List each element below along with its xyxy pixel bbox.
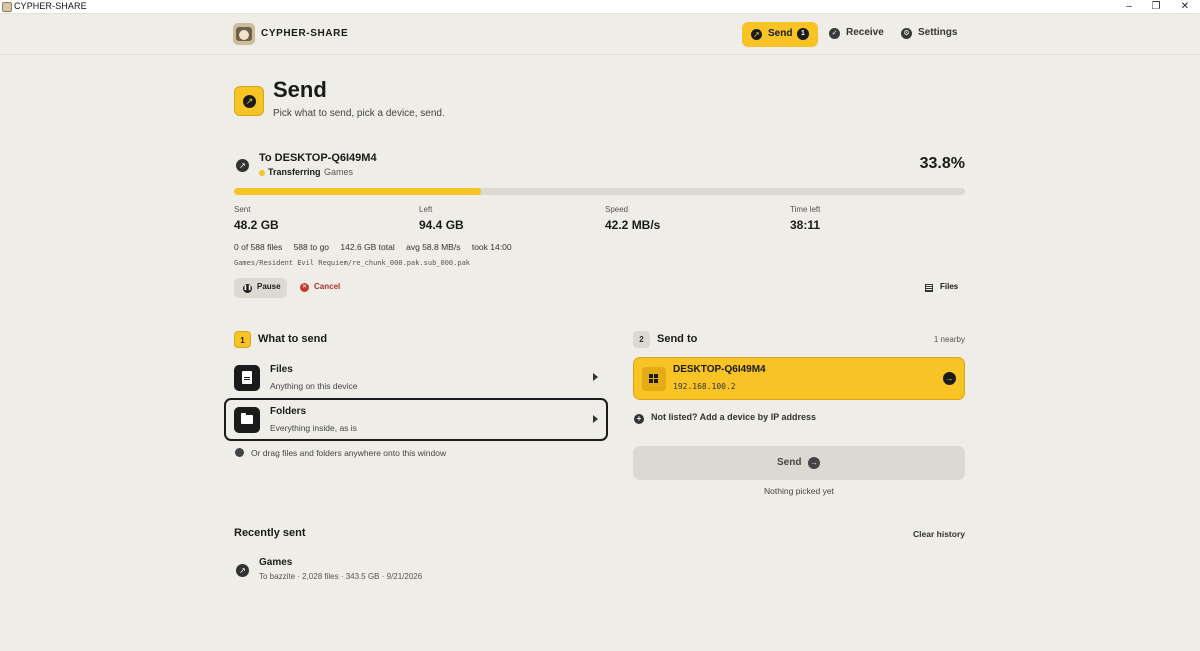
arrow-right-icon: → [943,372,956,385]
progress-bar [234,188,965,195]
status-dot-icon [259,170,265,176]
arrow-up-right-icon: ↗ [236,564,249,577]
brand-name: CYPHER-SHARE [261,28,349,39]
meta-total: 142.6 GB total [340,242,395,252]
meta-elapsed: took 14:00 [471,242,512,252]
add-ip-text: Not listed? Add a device by IP address [651,412,817,422]
pause-icon: ❚❚ [243,284,252,293]
step-number: 2 [633,331,650,348]
check-icon: ✓ [829,28,840,39]
option-folders[interactable]: Folders Everything inside, as is [224,398,608,441]
stat-label: Sent [234,205,251,214]
arrow-up-right-icon: ↗ [236,159,249,172]
meta-files-count: 0 of 588 files [234,242,283,252]
option-files[interactable]: Files Anything on this device [224,357,608,400]
drag-hint-text: Or drag files and folders anywhere onto … [251,448,447,458]
option-subtitle: Anything on this device [270,381,358,391]
transfer-percent: 33.8% [919,155,965,172]
nav-send-badge: 1 [797,28,809,40]
transfer-title: To DESKTOP-Q6I49M4 [259,152,377,164]
recent-item-title: Games [259,557,293,568]
meta-to-go: 588 to go [293,242,330,252]
send-hero-icon: ↗ [234,86,264,116]
stat-value: 94.4 GB [419,218,464,232]
device-ip: 192.168.100.2 [673,382,736,391]
list-item[interactable]: ↗ Games To bazzite · 2,028 files · 343.5… [234,556,965,584]
pause-button[interactable]: ❚❚ Pause [234,278,287,298]
hand-icon [235,448,244,457]
stat-value: 38:11 [790,218,821,232]
files-label: Files [940,282,959,291]
stat-speed: Speed 42.2 MB/s [605,205,785,232]
windows-icon [642,367,666,391]
close-window-button[interactable]: ✕ [1170,0,1200,14]
send-button-label: Send [777,457,802,468]
close-icon: ✕ [300,283,309,292]
files-button[interactable]: Files [925,281,965,295]
recent-item-subtitle: To bazzite · 2,028 files · 343.5 GB · 9/… [259,572,423,581]
app-header: CYPHER-SHARE ↗ Send 1 ✓ Receive ⚙ Settin… [0,15,1200,55]
nearby-count: 1 nearby [933,335,965,344]
stat-value: 42.2 MB/s [605,218,661,232]
stat-label: Speed [605,205,629,214]
nav-send-label: Send [768,28,793,39]
meta-avg-speed: avg 58.8 MB/s [406,242,461,252]
maximize-button[interactable]: ❐ [1141,0,1171,14]
progress-bar-fill [234,188,482,195]
chevron-right-icon [593,373,598,381]
arrow-right-icon: → [808,457,820,469]
recent-title: Recently sent [234,527,306,539]
stat-sent: Sent 48.2 GB [234,205,414,232]
window-title: CYPHER-SHARE [14,1,87,11]
current-file-path: Games/Resident Evil Requiem/re_chunk_000… [234,259,471,267]
clear-history-button[interactable]: Clear history [880,529,965,539]
list-icon [925,284,933,292]
stat-label: Time left [790,205,821,214]
page-title: Send [273,77,327,102]
file-icon [234,365,260,391]
option-title: Folders [270,406,307,417]
nav-send-tab[interactable]: ↗ Send 1 [742,22,818,47]
transfer-status: Transferring [268,167,321,177]
drag-hint: Or drag files and folders anywhere onto … [234,448,446,458]
what-to-send-title: What to send [258,333,328,345]
transfer-meta: 0 of 588 files 588 to go 142.6 GB total … [234,242,521,252]
nav-receive-label: Receive [846,27,884,38]
option-subtitle: Everything inside, as is [270,423,357,433]
gear-icon: ⚙ [901,28,912,39]
send-to-title: Send to [657,333,698,345]
step-number: 1 [234,331,251,348]
nothing-picked-text: Nothing picked yet [764,486,834,496]
arrow-up-right-icon: ↗ [751,29,762,40]
stat-time-left: Time left 38:11 [790,205,970,232]
minimize-button[interactable]: – [1114,0,1144,14]
stat-left: Left 94.4 GB [419,205,599,232]
transfer-category: Games [324,167,354,177]
stat-value: 48.2 GB [234,218,279,232]
folder-icon [234,407,260,433]
chevron-right-icon [593,415,598,423]
brand-logo-icon [233,23,255,45]
device-name: DESKTOP-Q6I49M4 [673,364,766,375]
pause-label: Pause [257,282,281,291]
stat-label: Left [419,205,433,214]
cancel-label: Cancel [314,282,341,291]
device-card[interactable]: DESKTOP-Q6I49M4 192.168.100.2 → [633,357,965,400]
app-icon [2,2,12,12]
page-subtitle: Pick what to send, pick a device, send. [273,108,445,119]
window-titlebar: CYPHER-SHARE – ❐ ✕ [0,0,1200,14]
send-button[interactable]: Send → [633,446,965,480]
add-device-by-ip-link[interactable]: + Not listed? Add a device by IP address [634,412,816,424]
option-title: Files [270,364,293,375]
plus-icon: + [634,414,644,424]
nav-settings-label: Settings [918,27,958,38]
